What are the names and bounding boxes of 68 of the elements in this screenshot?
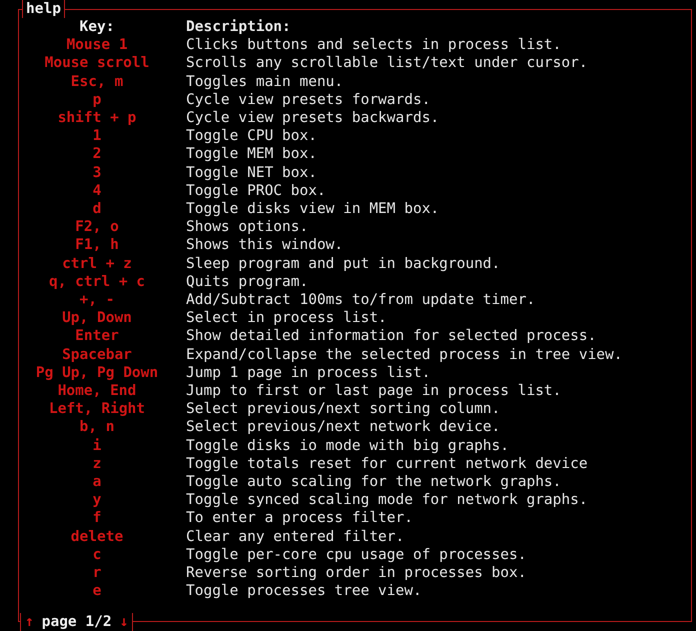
- key-description: Cycle view presets backwards.: [186, 109, 440, 128]
- key-description: Toggle CPU box.: [186, 127, 318, 146]
- key-description: Shows options.: [186, 218, 310, 236]
- key-description: Toggle totals reset for current network device: [186, 454, 589, 474]
- key-description: Toggle NET box.: [186, 164, 318, 182]
- key-binding: Mouse 1: [65, 36, 129, 54]
- key-binding: c: [92, 546, 102, 564]
- key-description: To enter a process filter.: [186, 509, 414, 528]
- key-binding: a: [92, 473, 102, 492]
- column-header: Key:: [78, 18, 116, 36]
- key-binding: Pg Up, Pg Down: [34, 364, 160, 382]
- key-description: Jump 1 page in process list.: [186, 364, 432, 382]
- key-binding: q, ctrl + c: [48, 272, 146, 292]
- key-description: Toggle MEM box.: [186, 145, 318, 164]
- key-binding: 4: [92, 182, 102, 200]
- page-down-arrow[interactable]: ↓: [120, 613, 128, 631]
- key-binding: 2: [92, 145, 102, 164]
- key-description: Select previous/next network device.: [186, 418, 502, 437]
- key-binding: Home, End: [56, 382, 138, 400]
- key-binding: d: [92, 200, 102, 218]
- key-description: Clicks buttons and selects in process list.: [186, 36, 562, 54]
- key-binding: F2, o: [74, 218, 120, 236]
- key-description: Select previous/next sorting column.: [186, 400, 502, 418]
- key-description: Toggle disks io mode with big graphs.: [186, 436, 510, 455]
- key-description: Toggle synced scaling mode for network graphs.: [186, 491, 589, 510]
- key-description: Jump to first or last page in process list.: [186, 382, 562, 400]
- key-binding: i: [92, 436, 102, 455]
- key-binding: p: [92, 90, 102, 110]
- key-binding: y: [92, 491, 102, 510]
- key-description: Clear any entered filter.: [186, 528, 406, 546]
- key-description: Quits program.: [186, 272, 310, 292]
- key-binding: Left, Right: [48, 400, 146, 418]
- key-description: Toggle per-core cpu usage of processes.: [186, 546, 528, 564]
- key-binding: ctrl + z: [61, 254, 133, 273]
- key-binding: Enter: [74, 327, 120, 346]
- key-description: Reverse sorting order in processes box.: [186, 564, 528, 582]
- key-description: Shows this window.: [186, 236, 344, 255]
- key-description: Expand/collapse the selected process in tree view.: [186, 346, 624, 364]
- key-description: Select in process list.: [186, 309, 388, 328]
- key-description: Toggles main menu.: [186, 72, 344, 91]
- page-up-arrow[interactable]: ↑: [25, 613, 34, 631]
- key-binding: r: [92, 564, 102, 582]
- key-description: Add/Subtract 100ms to/from update timer.: [186, 291, 536, 310]
- key-binding: Up, Down: [61, 309, 133, 328]
- key-binding: 1: [92, 127, 102, 146]
- key-description: Toggle auto scaling for the network graphs.: [186, 473, 562, 492]
- key-description: Scrolls any scrollable list/text under cursor.: [186, 54, 589, 73]
- key-binding: Mouse scroll: [44, 54, 150, 73]
- key-binding: shift + p: [56, 109, 138, 128]
- panel-title: help: [22, 0, 65, 18]
- key-description: Toggle disks view in MEM box.: [186, 200, 440, 218]
- key-binding: delete: [70, 528, 124, 546]
- key-binding: F1, h: [74, 236, 120, 255]
- key-binding: b, n: [78, 418, 116, 437]
- key-description: Sleep program and put in background.: [186, 254, 502, 273]
- key-description: Show detailed information for selected process.: [186, 327, 598, 346]
- key-binding: Esc, m: [70, 72, 124, 91]
- key-description: Toggle processes tree view.: [186, 582, 423, 600]
- key-description: Cycle view presets forwards.: [186, 90, 432, 110]
- key-binding: e: [92, 582, 102, 600]
- key-binding: +, -: [78, 291, 116, 310]
- page-indicator: page 1/2: [42, 613, 112, 631]
- column-header: Description:: [186, 18, 292, 36]
- key-description: Toggle PROC box.: [186, 182, 327, 200]
- key-binding: 3: [92, 164, 102, 182]
- key-binding: z: [92, 454, 102, 474]
- key-binding: Spacebar: [61, 346, 133, 364]
- key-binding: f: [92, 509, 102, 528]
